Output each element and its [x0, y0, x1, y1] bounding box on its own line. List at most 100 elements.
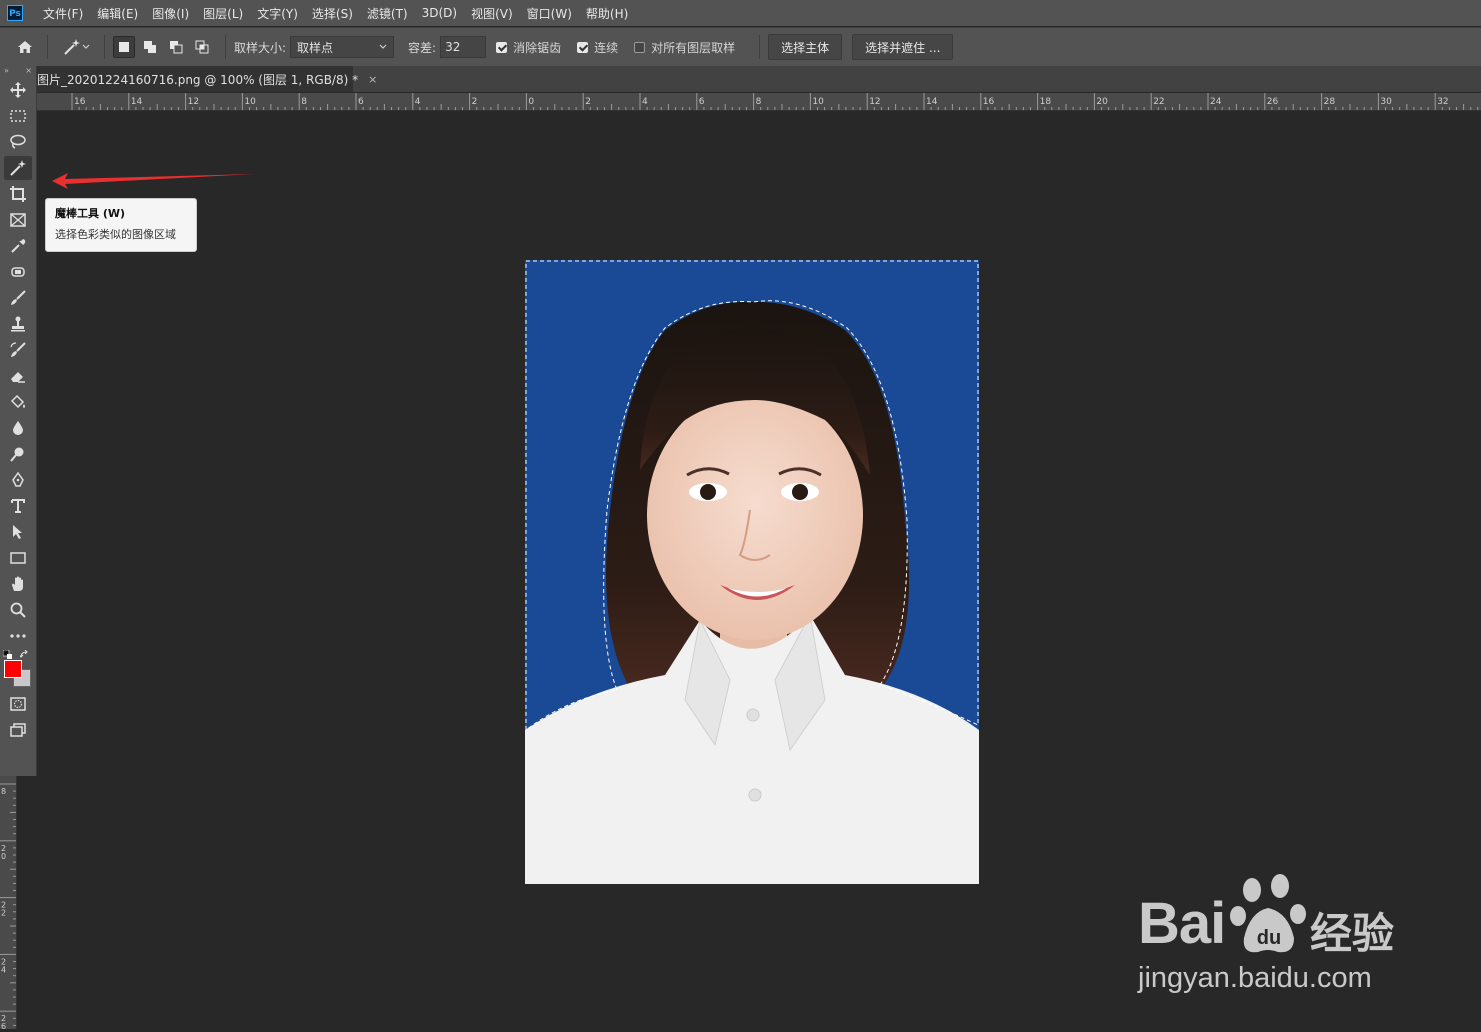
tool-tooltip: 魔棒工具 (W) 选择色彩类似的图像区域	[45, 198, 197, 252]
horizontal-ruler[interactable]: 16 14 12 10 8 6 4 2 0 2 4 6 8 10 12 14 16 18 20 22 24 26 28 30 3…	[37, 93, 1481, 111]
healing-brush-tool[interactable]	[4, 260, 32, 284]
horizontal-ruler-ticks: 16 14 12 10 8 6 4 2 0 2 4 6 8 10 12 14 16 18 20 22 24 26 28 30 3…	[71, 93, 1479, 110]
antialias-checkbox[interactable]: 消除锯齿	[496, 39, 561, 56]
eraser-icon	[11, 372, 25, 383]
move-tool[interactable]	[4, 78, 32, 102]
quick-mask-button[interactable]	[4, 692, 32, 716]
ruler-label: 16	[983, 97, 995, 107]
ruler-label: 18	[1040, 97, 1052, 107]
menu-layer[interactable]: 图层(L)	[203, 5, 243, 22]
lasso-tool[interactable]	[4, 130, 32, 154]
magnifier-icon	[10, 602, 26, 618]
tools-panel: » ×	[0, 66, 37, 776]
menu-filter[interactable]: 滤镜(T)	[367, 5, 408, 22]
tool-preset-picker[interactable]	[56, 33, 96, 61]
screen-mode-icon	[10, 723, 26, 737]
crop-tool[interactable]	[4, 182, 32, 206]
history-brush-tool[interactable]	[4, 338, 32, 362]
antialias-checkbox-box[interactable]	[496, 41, 508, 53]
eraser-tool[interactable]	[4, 364, 32, 388]
ellipsis-icon	[10, 634, 26, 638]
stamp-icon	[11, 316, 25, 332]
path-selection-tool[interactable]	[4, 520, 32, 544]
paint-bucket-tool[interactable]	[4, 390, 32, 414]
ruler-label: 0	[1, 852, 6, 861]
default-colors-icon[interactable]	[3, 650, 13, 660]
tools-panel-header[interactable]: » ×	[0, 66, 36, 76]
menu-image[interactable]: 图像(I)	[152, 5, 189, 22]
ruler-label: 14	[131, 97, 143, 107]
vertical-ruler[interactable]: 820222426	[0, 776, 17, 1031]
screen-mode-button[interactable]	[4, 718, 32, 742]
home-button[interactable]	[11, 33, 39, 61]
document-tab-bar: 图片_20201224160716.png @ 100% (图层 1, RGB/…	[37, 66, 1481, 92]
sample-size-select[interactable]: 取样点	[290, 36, 395, 58]
more-tools-button[interactable]	[4, 624, 32, 648]
svg-text:du: du	[1257, 927, 1281, 949]
hand-icon	[12, 576, 23, 591]
hand-tool[interactable]	[4, 572, 32, 596]
ruler-label: 6	[1, 1022, 6, 1029]
collapse-icon[interactable]: »	[4, 66, 9, 76]
shirt-button	[746, 708, 760, 722]
contiguous-checkbox-box[interactable]	[577, 41, 589, 53]
menu-type[interactable]: 文字(Y)	[257, 5, 298, 22]
menu-edit[interactable]: 编辑(E)	[97, 5, 138, 22]
tolerance-input[interactable]: 32	[440, 36, 487, 58]
frame-tool[interactable]	[4, 208, 32, 232]
add-selection-button[interactable]	[139, 36, 161, 58]
clone-stamp-tool[interactable]	[4, 312, 32, 336]
menu-view[interactable]: 视图(V)	[471, 5, 513, 22]
add-selection-icon	[144, 41, 156, 53]
all-layers-checkbox-box[interactable]	[634, 41, 646, 53]
contiguous-checkbox[interactable]: 连续	[577, 39, 618, 56]
move-icon	[10, 82, 26, 98]
close-icon[interactable]: ×	[25, 66, 32, 76]
water-drop-icon	[13, 421, 23, 435]
swap-colors-icon[interactable]	[20, 650, 30, 660]
subtract-selection-button[interactable]	[165, 36, 187, 58]
blur-tool[interactable]	[4, 416, 32, 440]
zoom-tool[interactable]	[4, 598, 32, 622]
menu-3d[interactable]: 3D(D)	[422, 6, 457, 20]
contiguous-label: 连续	[594, 40, 619, 55]
menu-help[interactable]: 帮助(H)	[586, 5, 628, 22]
all-layers-checkbox[interactable]: 对所有图层取样	[634, 39, 735, 56]
type-tool[interactable]	[4, 494, 32, 518]
ruler-label: 4	[642, 97, 648, 107]
document-tab-title: 图片_20201224160716.png @ 100% (图层 1, RGB/…	[37, 72, 359, 87]
bandage-icon	[11, 267, 25, 277]
document-tab[interactable]: 图片_20201224160716.png @ 100% (图层 1, RGB/…	[37, 66, 377, 92]
separator	[759, 35, 761, 59]
left-pupil	[700, 484, 716, 500]
ruler-label: 26	[1267, 97, 1279, 107]
paw-logo-icon: du	[1230, 874, 1306, 953]
ruler-label: 8	[756, 97, 762, 107]
options-bar: 取样大小: 取样点 容差: 32 消除锯齿 连续 对所有图层取样 选择主体 选择…	[0, 27, 1481, 66]
magic-wand-tool[interactable]	[4, 156, 32, 180]
menu-window[interactable]: 窗口(W)	[527, 5, 572, 22]
ruler-label: 22	[1153, 97, 1164, 107]
foreground-color-swatch[interactable]	[4, 660, 22, 678]
watermark-url: jingyan.baidu.com	[1138, 962, 1372, 994]
pen-icon	[12, 471, 24, 487]
portrait-photo[interactable]	[525, 260, 979, 884]
select-and-mask-button[interactable]: 选择并遮住 ...	[852, 34, 954, 60]
new-selection-button[interactable]	[113, 36, 135, 58]
menu-file[interactable]: 文件(F)	[43, 5, 83, 22]
close-icon[interactable]: ×	[368, 73, 377, 86]
menu-select[interactable]: 选择(S)	[312, 5, 353, 22]
brush-tool[interactable]	[4, 286, 32, 310]
tolerance-label: 容差:	[408, 40, 437, 55]
ruler-label: 2	[585, 97, 591, 107]
pen-tool[interactable]	[4, 468, 32, 492]
dodge-tool[interactable]	[4, 442, 32, 466]
rectangle-icon	[10, 552, 26, 564]
marquee-tool[interactable]	[4, 104, 32, 128]
intersect-selection-button[interactable]	[191, 36, 213, 58]
eyedropper-tool[interactable]	[4, 234, 32, 258]
rectangle-tool[interactable]	[4, 546, 32, 570]
select-subject-button[interactable]: 选择主体	[768, 34, 843, 60]
ruler-label: 6	[699, 97, 705, 107]
vertical-ruler-ticks: 820222426	[0, 783, 16, 1031]
